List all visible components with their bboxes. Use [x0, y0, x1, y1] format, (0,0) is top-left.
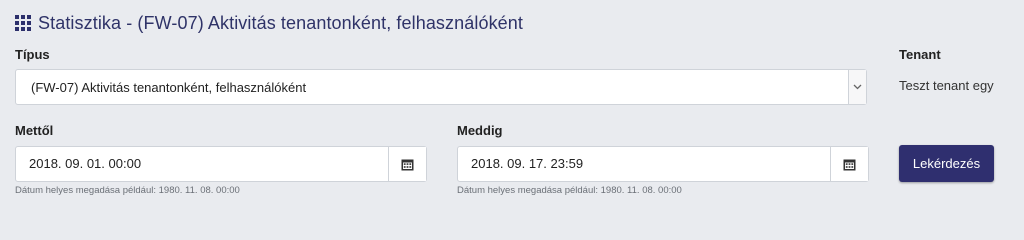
page-header: Statisztika - (FW-07) Aktivitás tenanton… [15, 11, 523, 35]
from-label: Mettől [15, 123, 54, 138]
query-button[interactable]: Lekérdezés [899, 145, 994, 182]
to-date-input[interactable]: 2018. 09. 17. 23:59 [457, 146, 869, 182]
to-date-value: 2018. 09. 17. 23:59 [471, 156, 584, 171]
tenant-label: Tenant [899, 47, 941, 62]
calendar-icon[interactable] [830, 147, 868, 181]
type-select[interactable]: (FW-07) Aktivitás tenantonként, felhaszn… [15, 69, 867, 105]
calendar-icon[interactable] [388, 147, 426, 181]
page-title: Statisztika - (FW-07) Aktivitás tenanton… [38, 12, 523, 33]
to-label: Meddig [457, 123, 503, 138]
from-date-hint: Dátum helyes megadása például: 1980. 11.… [15, 185, 240, 196]
type-label: Típus [15, 47, 50, 62]
to-date-hint: Dátum helyes megadása például: 1980. 11.… [457, 185, 682, 196]
from-date-input[interactable]: 2018. 09. 01. 00:00 [15, 146, 427, 182]
grid-icon [15, 15, 31, 31]
tenant-value: Teszt tenant egy [899, 78, 994, 93]
from-date-value: 2018. 09. 01. 00:00 [29, 156, 142, 171]
type-select-value: (FW-07) Aktivitás tenantonként, felhaszn… [31, 80, 307, 95]
chevron-down-icon[interactable] [848, 70, 866, 104]
